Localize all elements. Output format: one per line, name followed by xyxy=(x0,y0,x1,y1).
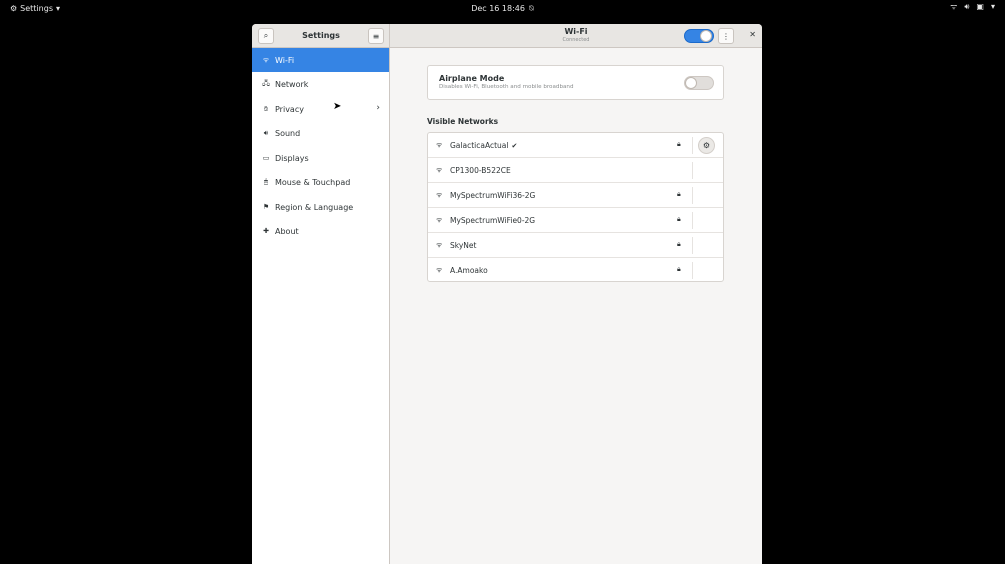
sidebar-item-label: Mouse & Touchpad xyxy=(275,177,351,187)
network-name: SkyNet xyxy=(450,241,477,250)
battery-icon: ▣ xyxy=(976,2,984,11)
display-icon: ▭ xyxy=(262,154,270,162)
row-separator xyxy=(692,262,693,279)
row-separator xyxy=(692,162,693,179)
top-bar: ⚙ Settings ▾ Dec 16 18:46 ⍉ ᯤ 🔊︎ ▣ ▾ xyxy=(0,0,1005,19)
clock-label: Dec 16 18:46 xyxy=(471,4,525,13)
sidebar-item-mouse-touchpad[interactable]: 🖱︎ Mouse & Touchpad xyxy=(252,170,389,194)
lock-icon: 🔒︎ xyxy=(677,140,681,148)
wifi-toggle-knob xyxy=(700,30,712,42)
row-separator xyxy=(692,212,693,229)
airplane-mode-toggle[interactable] xyxy=(684,76,714,90)
network-row[interactable]: ᯤ MySpectrumWiFi36-2G 🔒︎ xyxy=(428,183,723,208)
sidebar-item-label: Displays xyxy=(275,153,309,163)
sidebar-item-about[interactable]: ✚ About xyxy=(252,219,389,243)
sidebar-item-region-language[interactable]: ⚑ Region & Language xyxy=(252,195,389,219)
sidebar-item-label: Region & Language xyxy=(275,202,354,212)
kebab-menu-icon: ⋮ xyxy=(722,31,730,41)
flag-icon: ⚑ xyxy=(262,203,270,211)
row-separator xyxy=(692,187,693,204)
wifi-menu-button[interactable]: ⋮ xyxy=(718,28,734,44)
wifi-signal-icon: ᯤ xyxy=(436,166,443,174)
wifi-panel: Airplane Mode Disables Wi-Fi, Bluetooth … xyxy=(390,48,762,564)
wifi-signal-icon: ᯤ xyxy=(436,141,443,149)
chevron-right-icon: › xyxy=(376,103,380,113)
volume-icon: 🔊︎ xyxy=(964,2,970,11)
network-row[interactable]: ᯤ GalacticaActual ✔ 🔒︎ ⚙ xyxy=(428,133,723,158)
sidebar-item-sound[interactable]: 🔊︎ Sound xyxy=(252,121,389,145)
header-bar: ⌕ Settings ≡ Wi-Fi Connected ⋮ ✕ xyxy=(252,24,762,48)
gear-icon: ⚙ xyxy=(702,141,711,150)
sidebar-item-displays[interactable]: ▭ Displays xyxy=(252,146,389,170)
sidebar-item-wifi[interactable]: ᯤ Wi-Fi xyxy=(252,48,389,72)
plus-star-icon: ✚ xyxy=(263,227,269,235)
notifications-off-icon: ⍉ xyxy=(529,4,534,13)
wifi-signal-icon: ᯤ xyxy=(436,266,443,274)
sidebar-item-label: Sound xyxy=(275,128,301,138)
lock-icon: 🔒︎ xyxy=(677,240,681,248)
sidebar-item-privacy[interactable]: ✋︎ Privacy › xyxy=(252,97,389,121)
network-row[interactable]: ᯤ SkyNet 🔒︎ xyxy=(428,233,723,258)
airplane-mode-description: Disables Wi-Fi, Bluetooth and mobile bro… xyxy=(439,84,574,90)
mouse-pointer-icon: ➤ xyxy=(333,101,342,112)
visible-networks-heading: Visible Networks xyxy=(427,117,499,126)
privacy-hand-icon: ✋︎ xyxy=(264,104,268,113)
row-separator xyxy=(692,237,693,254)
network-name: CP1300-B522CE xyxy=(450,166,511,175)
airplane-mode-row: Airplane Mode Disables Wi-Fi, Bluetooth … xyxy=(427,65,724,100)
wifi-signal-icon: ᯤ xyxy=(436,216,443,224)
clock[interactable]: Dec 16 18:46 ⍉ xyxy=(0,4,1005,13)
airplane-mode-title: Airplane Mode xyxy=(439,74,505,83)
sidebar-item-label: Privacy xyxy=(275,104,304,114)
network-name: MySpectrumWiFie0-2G xyxy=(450,216,536,225)
network-name: MySpectrumWiFi36-2G xyxy=(450,191,536,200)
network-row[interactable]: ᯤ A.Amoako 🔒︎ xyxy=(428,258,723,283)
system-tray[interactable]: ᯤ 🔊︎ ▣ ▾ xyxy=(950,3,995,11)
wifi-toggle[interactable] xyxy=(684,29,714,43)
network-settings-button[interactable]: ⚙ xyxy=(698,137,715,154)
mouse-icon: 🖱︎ xyxy=(263,177,269,186)
hamburger-icon: ≡ xyxy=(372,31,380,41)
hamburger-menu-button[interactable]: ≡ xyxy=(368,28,384,44)
airplane-toggle-knob xyxy=(685,77,697,89)
wifi-icon: ᯤ xyxy=(950,2,958,11)
network-row[interactable]: ᯤ CP1300-B522CE xyxy=(428,158,723,183)
network-name: GalacticaActual ✔ xyxy=(450,141,518,150)
sidebar-header: ⌕ Settings ≡ xyxy=(252,24,390,48)
network-name: A.Amoako xyxy=(450,266,488,275)
network-icon: 🖧︎ xyxy=(262,78,270,87)
lock-icon: 🔒︎ xyxy=(677,265,681,273)
close-icon: ✕ xyxy=(749,30,756,39)
settings-window: ⌕ Settings ≡ Wi-Fi Connected ⋮ ✕ ᯤ Wi-Fi xyxy=(252,24,762,564)
sidebar-item-label: Network xyxy=(275,79,309,89)
menu-arrow-icon: ▾ xyxy=(990,2,995,11)
lock-icon: 🔒︎ xyxy=(677,215,681,223)
sidebar-item-label: Wi-Fi xyxy=(275,55,295,65)
sidebar-item-label: About xyxy=(275,226,299,236)
network-row[interactable]: ᯤ MySpectrumWiFie0-2G 🔒︎ xyxy=(428,208,723,233)
close-button[interactable]: ✕ xyxy=(749,30,756,39)
wifi-signal-icon: ᯤ xyxy=(436,241,443,249)
wifi-icon: ᯤ xyxy=(262,55,270,64)
speaker-icon: 🔊︎ xyxy=(263,128,269,137)
row-separator xyxy=(692,137,693,154)
sidebar-item-network[interactable]: 🖧︎ Network xyxy=(252,72,389,96)
sidebar: ᯤ Wi-Fi 🖧︎ Network ✋︎ Privacy › 🔊︎ Sound… xyxy=(252,48,390,564)
network-list: ᯤ GalacticaActual ✔ 🔒︎ ⚙ ᯤ CP1300-B522CE … xyxy=(427,132,724,282)
checkmark-icon: ✔ xyxy=(511,142,518,150)
wifi-signal-icon: ᯤ xyxy=(436,191,443,199)
lock-icon: 🔒︎ xyxy=(677,190,681,198)
